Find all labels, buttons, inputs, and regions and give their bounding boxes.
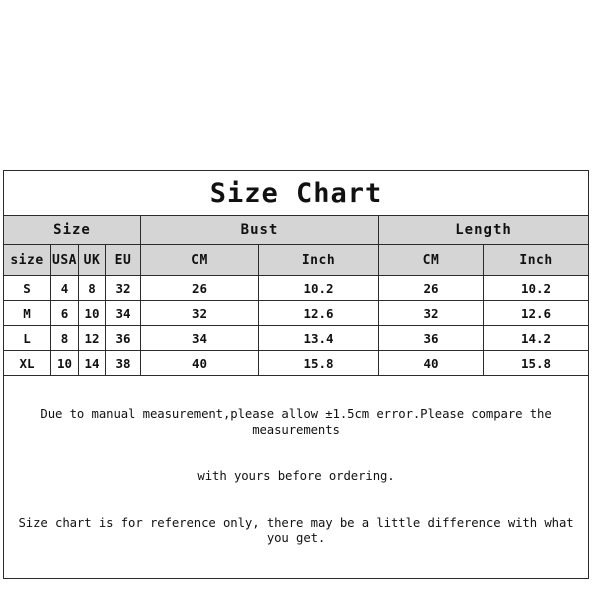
cell-length-cm: 36	[378, 325, 484, 351]
cell-size: XL	[3, 350, 51, 376]
column-header-bust-cm: CM	[140, 244, 259, 276]
cell-uk: 8	[78, 275, 106, 301]
note-line-3: Size chart is for reference only, there …	[18, 515, 581, 546]
cell-bust-cm: 26	[140, 275, 259, 301]
cell-length-inch: 14.2	[482, 325, 590, 351]
group-header-size: Size	[3, 215, 141, 245]
cell-bust-inch: 10.2	[258, 275, 379, 301]
table-row: S 4 8 32 26 10.2 26 10.2	[3, 275, 590, 301]
cell-size: S	[3, 275, 51, 301]
size-chart-table: Size Chart Size Bust Length size USA UK …	[2, 170, 590, 579]
column-header-length-inch: Inch	[482, 244, 590, 276]
group-header-row: Size Bust Length	[3, 215, 590, 245]
cell-bust-cm: 34	[140, 325, 259, 351]
cell-bust-inch: 12.6	[258, 300, 379, 326]
cell-bust-inch: 13.4	[258, 325, 379, 351]
column-header-length-cm: CM	[378, 244, 484, 276]
group-header-bust: Bust	[140, 215, 379, 245]
note-line-1: Due to manual measurement,please allow ±…	[40, 407, 559, 437]
title-row: Size Chart	[2, 170, 590, 216]
cell-length-cm: 40	[378, 350, 484, 376]
note-line-2: with yours before ordering.	[197, 469, 395, 483]
cell-eu: 38	[105, 350, 141, 376]
note-row: Due to manual measurement,please allow ±…	[2, 375, 590, 579]
size-chart-container: Size Chart Size Bust Length size USA UK …	[2, 170, 590, 579]
cell-uk: 14	[78, 350, 106, 376]
cell-eu: 32	[105, 275, 141, 301]
column-header-usa: USA	[50, 244, 79, 276]
cell-length-inch: 10.2	[482, 275, 590, 301]
disclaimer-note: Due to manual measurement,please allow ±…	[2, 375, 590, 579]
column-header-size: size	[3, 244, 51, 276]
column-header-row: size USA UK EU CM Inch CM Inch	[3, 244, 590, 276]
table-row: M 6 10 34 32 12.6 32 12.6	[3, 300, 590, 326]
cell-bust-cm: 32	[140, 300, 259, 326]
cell-length-inch: 12.6	[482, 300, 590, 326]
cell-usa: 4	[50, 275, 79, 301]
cell-eu: 36	[105, 325, 141, 351]
cell-length-cm: 26	[378, 275, 484, 301]
column-header-eu: EU	[105, 244, 141, 276]
cell-eu: 34	[105, 300, 141, 326]
cell-length-cm: 32	[378, 300, 484, 326]
cell-size: M	[3, 300, 51, 326]
cell-bust-cm: 40	[140, 350, 259, 376]
cell-bust-inch: 15.8	[258, 350, 379, 376]
cell-uk: 10	[78, 300, 106, 326]
column-header-uk: UK	[78, 244, 106, 276]
column-header-bust-inch: Inch	[258, 244, 379, 276]
page-title: Size Chart	[2, 170, 590, 216]
group-header-length: Length	[377, 215, 590, 245]
table-row: XL 10 14 38 40 15.8 40 15.8	[3, 350, 590, 376]
table-row: L 8 12 36 34 13.4 36 14.2	[3, 325, 590, 351]
cell-usa: 8	[50, 325, 79, 351]
cell-length-inch: 15.8	[482, 350, 590, 376]
cell-usa: 10	[50, 350, 79, 376]
cell-uk: 12	[78, 325, 106, 351]
cell-size: L	[3, 325, 51, 351]
cell-usa: 6	[50, 300, 79, 326]
